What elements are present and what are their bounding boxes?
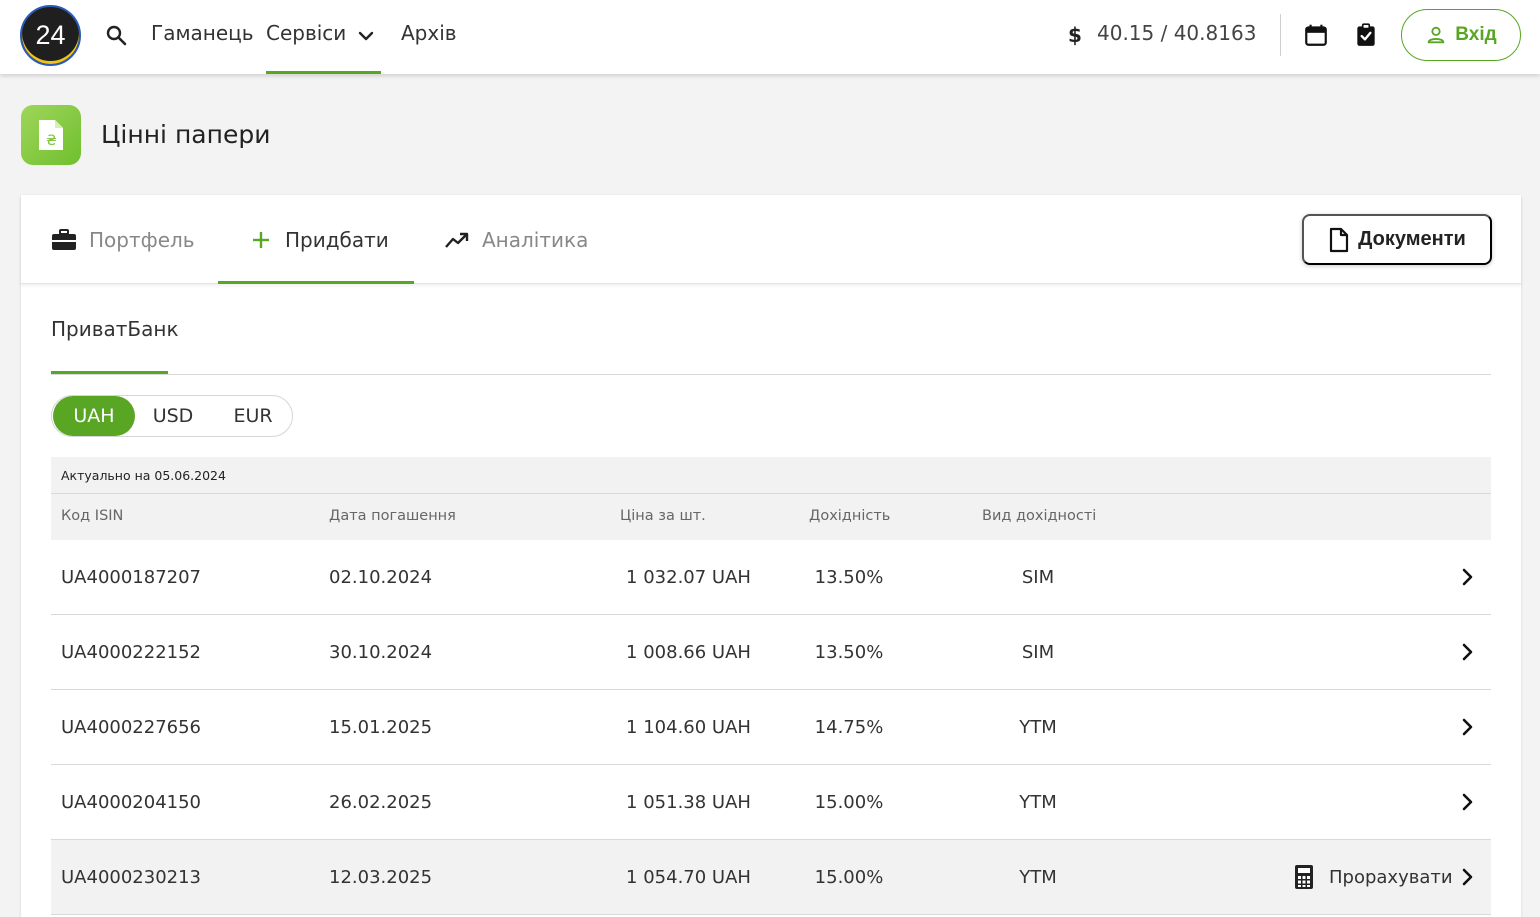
currency-toggle: UAH USD EUR [51, 395, 293, 437]
nav-wallet[interactable]: Гаманець [151, 21, 254, 45]
table-row[interactable]: UA4000227656 15.01.2025 1 104.60 UAH 14.… [51, 690, 1491, 765]
header-maturity: Дата погашення [329, 508, 456, 524]
cell-yield-type: YTM [1019, 792, 1057, 813]
cell-maturity: 12.03.2025 [329, 867, 433, 888]
currency-eur[interactable]: EUR [222, 396, 284, 436]
tab-portfolio-label: Портфель [89, 227, 195, 252]
top-header: 24 Гаманець Сервіси Архів $ 40.15 / 40.8… [0, 0, 1540, 74]
cell-yield-type: SIM [1021, 642, 1055, 663]
cell-yield: 15.00% [814, 792, 884, 813]
chevron-down-icon[interactable] [354, 24, 378, 48]
chevron-right-icon[interactable] [1455, 565, 1479, 589]
table-row[interactable]: UA4000187207 02.10.2024 1 032.07 UAH 13.… [51, 540, 1491, 615]
section-tabs: Портфель Придбати Аналітика Документи [21, 195, 1521, 284]
cell-yield-type: YTM [1019, 867, 1057, 888]
user-icon [1428, 26, 1445, 44]
search-icon[interactable] [104, 23, 128, 47]
hryvnia-document-icon: ₴ [39, 120, 63, 150]
table-row[interactable]: UA4000222152 30.10.2024 1 008.66 UAH 13.… [51, 615, 1491, 690]
tab-portfolio[interactable]: Портфель [51, 195, 195, 284]
currency-uah[interactable]: UAH [53, 396, 135, 436]
bank-tab-divider [51, 374, 1491, 375]
cell-yield-type: YTM [1019, 717, 1057, 738]
chevron-right-icon[interactable] [1455, 640, 1479, 664]
plus-icon [253, 231, 269, 248]
cell-isin: UA4000227656 [61, 717, 202, 738]
cell-price: 1 032.07 UAH [626, 567, 751, 588]
tab-buy-label: Придбати [285, 227, 389, 252]
calendar-icon[interactable] [1303, 22, 1329, 48]
logo-text: 24 [35, 20, 66, 50]
calculator-icon [1295, 865, 1313, 889]
header-divider [1280, 14, 1281, 56]
documents-button[interactable]: Документи [1302, 214, 1492, 265]
bank-tab-privatbank[interactable]: ПриватБанк [51, 317, 179, 341]
dollar-icon: $ [1068, 23, 1082, 47]
clipboard-check-icon[interactable] [1353, 22, 1379, 48]
currency-usd[interactable]: USD [142, 396, 204, 436]
login-button[interactable]: Вхід [1401, 9, 1521, 61]
cell-isin: UA4000222152 [61, 642, 202, 663]
cell-maturity: 26.02.2025 [329, 792, 433, 813]
calculate-label: Прорахувати [1329, 866, 1453, 888]
header-isin: Код ISIN [61, 508, 124, 524]
header-price: Ціна за шт. [620, 508, 706, 524]
securities-card: Портфель Придбати Аналітика Документи Пр [21, 195, 1521, 917]
cell-price: 1 104.60 UAH [626, 717, 751, 738]
table-header: Код ISIN Дата погашення Ціна за шт. Дохі… [51, 494, 1491, 540]
table-row[interactable]: UA4000204150 26.02.2025 1 051.38 UAH 15.… [51, 765, 1491, 840]
table-row[interactable]: UA4000230213 12.03.2025 1 054.70 UAH 15.… [51, 840, 1491, 915]
cell-price: 1 008.66 UAH [626, 642, 751, 663]
header-yield: Дохідність [809, 508, 891, 524]
cell-maturity: 02.10.2024 [329, 567, 433, 588]
exchange-rate[interactable]: 40.15 / 40.8163 [1097, 21, 1256, 45]
login-label: Вхід [1455, 24, 1497, 45]
document-icon [1330, 227, 1349, 252]
cell-yield: 13.50% [814, 642, 884, 663]
cell-yield: 13.50% [814, 567, 884, 588]
calculate-button[interactable]: Прорахувати [1293, 864, 1453, 890]
svg-text:₴: ₴ [46, 133, 57, 149]
nav-archive[interactable]: Архів [401, 21, 457, 45]
cell-isin: UA4000187207 [61, 567, 202, 588]
page-title: Цінні папери [101, 120, 271, 149]
cell-yield: 15.00% [814, 867, 884, 888]
bonds-table: Актуально на 05.06.2024 Код ISIN Дата по… [51, 457, 1491, 915]
cell-price: 1 051.38 UAH [626, 792, 751, 813]
actual-date-note: Актуально на 05.06.2024 [51, 457, 1491, 494]
cell-isin: UA4000204150 [61, 792, 202, 813]
header-yield-type: Вид дохідності [982, 508, 1097, 524]
cell-maturity: 15.01.2025 [329, 717, 433, 738]
documents-label: Документи [1358, 228, 1466, 250]
cell-isin: UA4000230213 [61, 867, 202, 888]
chevron-right-icon[interactable] [1455, 790, 1479, 814]
chevron-right-icon[interactable] [1455, 715, 1479, 739]
trending-up-icon [445, 232, 469, 248]
tab-active-indicator [218, 281, 414, 284]
nav-services[interactable]: Сервіси [266, 21, 346, 45]
nav-active-indicator [266, 71, 381, 74]
cell-yield-type: SIM [1021, 567, 1055, 588]
briefcase-icon [52, 228, 76, 250]
cell-maturity: 30.10.2024 [329, 642, 433, 663]
tab-analytics[interactable]: Аналітика [444, 195, 588, 284]
tab-buy[interactable]: Придбати [249, 195, 389, 284]
cell-price: 1 054.70 UAH [626, 867, 751, 888]
privat24-logo[interactable]: 24 [20, 5, 81, 66]
tab-analytics-label: Аналітика [482, 227, 589, 252]
securities-app-icon: ₴ [21, 105, 81, 165]
chevron-right-icon[interactable] [1455, 865, 1479, 889]
cell-yield: 14.75% [814, 717, 884, 738]
